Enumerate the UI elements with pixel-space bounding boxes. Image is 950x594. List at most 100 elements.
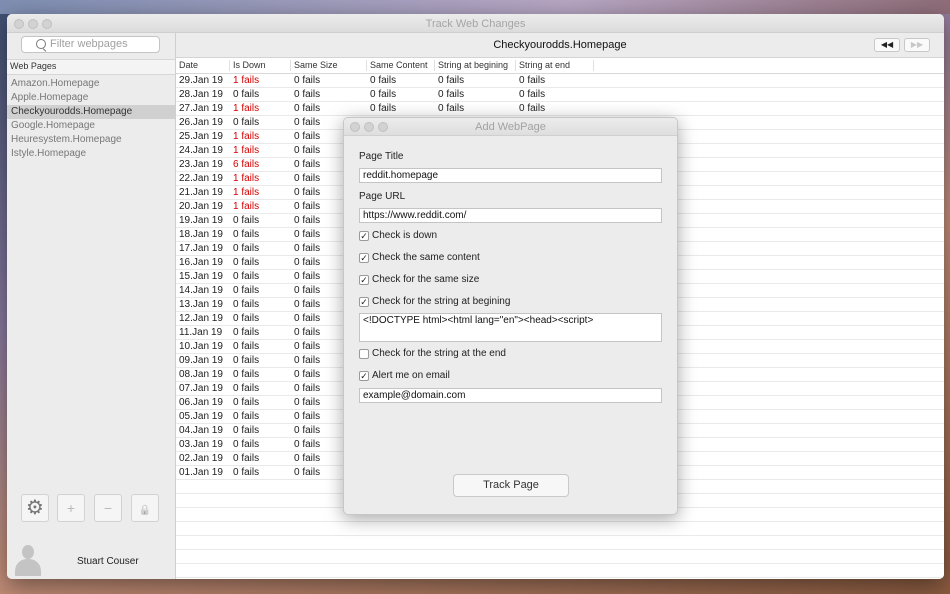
check-is-down-checkbox[interactable]: ✓ — [359, 231, 369, 241]
alert-email-checkbox[interactable]: ✓ — [359, 371, 369, 381]
table-row[interactable]: 27.Jan 19 1 fails 0 fails 0 fails 0 fails 0 f… — [176, 102, 944, 116]
cell-date: 24.Jan 19 — [179, 145, 223, 156]
column-header-is-down[interactable]: Is Down — [230, 60, 291, 71]
empty-table-row — [176, 564, 944, 578]
page-title-label: Page Title — [359, 151, 404, 162]
cell-date: 07.Jan 19 — [179, 383, 223, 394]
sidebar-header: Web Pages — [7, 59, 175, 75]
sidebar-item[interactable]: Google.Homepage — [7, 119, 175, 133]
sidebar-item[interactable]: Heuresystem.Homepage — [7, 133, 175, 147]
column-header-same-size[interactable]: Same Size — [291, 60, 367, 71]
column-header-date[interactable]: Date — [176, 60, 230, 71]
cell-size: 0 fails — [294, 327, 321, 338]
cell-date: 18.Jan 19 — [179, 229, 223, 240]
settings-button[interactable]: ⚙ — [21, 494, 49, 522]
cell-size: 0 fails — [294, 173, 321, 184]
check-string-begin-checkbox[interactable]: ✓ — [359, 297, 369, 307]
add-page-button[interactable]: + — [57, 494, 85, 522]
track-page-button[interactable]: Track Page — [453, 474, 569, 497]
cell-down: 0 fails — [233, 369, 260, 380]
table-header: Date Is Down Same Size Same Content Stri… — [176, 58, 944, 74]
window-titlebar[interactable]: Track Web Changes — [7, 14, 944, 33]
page-title-field[interactable]: reddit.homepage — [359, 168, 662, 183]
cell-size: 0 fails — [294, 75, 321, 86]
empty-table-row — [176, 550, 944, 564]
cell-size: 0 fails — [294, 411, 321, 422]
cell-date: 28.Jan 19 — [179, 89, 223, 100]
cell-date: 16.Jan 19 — [179, 257, 223, 268]
search-icon — [36, 39, 46, 49]
sidebar-item[interactable]: Amazon.Homepage — [7, 77, 175, 91]
email-field[interactable]: example@domain.com — [359, 388, 662, 403]
cell-down: 0 fails — [233, 327, 260, 338]
column-header-string-end[interactable]: String at end — [516, 60, 594, 71]
cell-date: 25.Jan 19 — [179, 131, 223, 142]
cell-begin: 0 fails — [438, 75, 465, 86]
plus-icon: + — [66, 500, 76, 516]
cell-size: 0 fails — [294, 467, 321, 478]
remove-page-button[interactable]: − — [94, 494, 122, 522]
cell-down: 1 fails — [233, 131, 260, 142]
minus-icon: − — [103, 500, 113, 516]
sidebar: Filter webpages Web Pages Amazon.Homepag… — [7, 33, 176, 579]
column-header-same-content[interactable]: Same Content — [367, 60, 435, 71]
main-header: Checkyourodds.Homepage ◀◀ ▶▶ — [176, 33, 944, 58]
cell-date: 27.Jan 19 — [179, 103, 223, 114]
table-row[interactable]: 29.Jan 19 1 fails 0 fails 0 fails 0 fails 0 f… — [176, 74, 944, 88]
table-row[interactable]: 28.Jan 19 0 fails 0 fails 0 fails 0 fails 0 f… — [176, 88, 944, 102]
cell-date: 08.Jan 19 — [179, 369, 223, 380]
string-begin-field[interactable]: <!DOCTYPE html><html lang="en"><head><sc… — [359, 313, 662, 342]
sidebar-header-label: Web Pages — [10, 61, 57, 71]
cell-size: 0 fails — [294, 425, 321, 436]
next-button[interactable]: ▶▶ — [904, 38, 930, 52]
cell-down: 1 fails — [233, 75, 260, 86]
cell-down: 1 fails — [233, 187, 260, 198]
cell-end: 0 fails — [519, 103, 546, 114]
cell-size: 0 fails — [294, 159, 321, 170]
dialog-titlebar[interactable]: Add WebPage — [344, 118, 677, 136]
check-same-content-checkbox[interactable]: ✓ — [359, 253, 369, 263]
check-string-end-label: Check for the string at the end — [372, 348, 506, 359]
check-string-begin-label: Check for the string at begining — [372, 296, 511, 307]
sidebar-item[interactable]: Istyle.Homepage — [7, 147, 175, 161]
cell-size: 0 fails — [294, 313, 321, 324]
cell-size: 0 fails — [294, 103, 321, 114]
fast-forward-icon: ▶▶ — [910, 40, 924, 49]
cell-down: 0 fails — [233, 341, 260, 352]
check-same-size-label: Check for the same size — [372, 274, 480, 285]
empty-table-row — [176, 536, 944, 550]
cell-down: 0 fails — [233, 89, 260, 100]
cell-date: 14.Jan 19 — [179, 285, 223, 296]
cell-size: 0 fails — [294, 271, 321, 282]
cell-down: 0 fails — [233, 229, 260, 240]
cell-date: 01.Jan 19 — [179, 467, 223, 478]
sidebar-item[interactable]: Checkyourodds.Homepage — [7, 105, 175, 119]
cell-date: 15.Jan 19 — [179, 271, 223, 282]
lock-icon: 🔒 — [138, 505, 152, 516]
cell-size: 0 fails — [294, 341, 321, 352]
sidebar-item[interactable]: Apple.Homepage — [7, 91, 175, 105]
cell-size: 0 fails — [294, 229, 321, 240]
page-url-field[interactable]: https://www.reddit.com/ — [359, 208, 662, 223]
cell-down: 0 fails — [233, 411, 260, 422]
cell-date: 04.Jan 19 — [179, 425, 223, 436]
cell-end: 0 fails — [519, 75, 546, 86]
cell-end: 0 fails — [519, 89, 546, 100]
cell-down: 1 fails — [233, 103, 260, 114]
cell-size: 0 fails — [294, 117, 321, 128]
cell-date: 02.Jan 19 — [179, 453, 223, 464]
dialog-title: Add WebPage — [475, 121, 546, 133]
avatar-head — [22, 545, 34, 559]
search-input[interactable]: Filter webpages — [21, 36, 160, 53]
cell-date: 26.Jan 19 — [179, 117, 223, 128]
column-header-string-begin[interactable]: String at begining — [435, 60, 516, 71]
cell-size: 0 fails — [294, 397, 321, 408]
window-title: Track Web Changes — [425, 18, 526, 30]
cell-down: 0 fails — [233, 215, 260, 226]
previous-button[interactable]: ◀◀ — [874, 38, 900, 52]
check-string-end-checkbox[interactable] — [359, 349, 369, 359]
check-is-down-label: Check is down — [372, 230, 438, 241]
cell-size: 0 fails — [294, 285, 321, 296]
check-same-size-checkbox[interactable]: ✓ — [359, 275, 369, 285]
lock-button[interactable]: 🔒 — [131, 494, 159, 522]
